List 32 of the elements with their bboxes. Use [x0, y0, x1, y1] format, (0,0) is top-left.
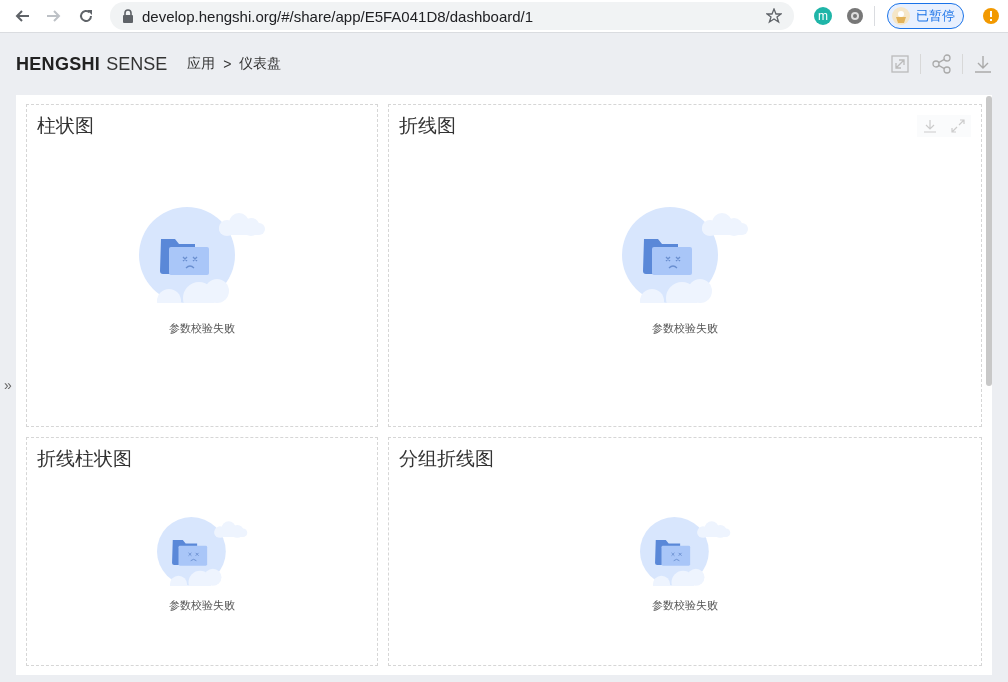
chart-title: 折线图	[399, 114, 456, 138]
breadcrumb-link[interactable]: 仪表盘	[239, 55, 282, 73]
chart-title: 折线柱状图	[37, 447, 132, 471]
fullscreen-icon[interactable]	[891, 55, 909, 73]
back-icon[interactable]	[14, 8, 30, 24]
error-message: 参数校验失败	[652, 321, 718, 336]
download-icon[interactable]	[923, 119, 937, 133]
avatar-icon	[892, 7, 910, 25]
brand-suffix: SENSE	[106, 53, 168, 75]
scrollbar-thumb[interactable]	[986, 96, 992, 386]
brand-name: HENGSHI	[16, 53, 101, 75]
chart-title: 柱状图	[37, 114, 94, 138]
error-message: 参数校验失败	[169, 598, 235, 613]
error-message: 参数校验失败	[652, 598, 718, 613]
address-bar[interactable]: develop.hengshi.org/#/share/app/E5FA041D8/dashboard/1	[110, 2, 794, 30]
lock-icon	[122, 9, 134, 23]
error-message: 参数校验失败	[169, 321, 235, 336]
profile-label: 已暂停	[916, 7, 955, 25]
warning-icon[interactable]	[982, 7, 1000, 25]
download-icon[interactable]	[974, 55, 992, 73]
breadcrumb-link[interactable]: 应用	[187, 55, 216, 73]
forward-icon[interactable]	[46, 8, 62, 24]
star-icon[interactable]	[766, 8, 782, 24]
profile-button[interactable]: 已暂停	[887, 3, 964, 29]
reload-icon[interactable]	[78, 8, 94, 24]
share-icon[interactable]	[932, 54, 951, 74]
url-text: develop.hengshi.org/#/share/app/E5FA041D8/dashboard/1	[142, 7, 535, 25]
sidebar-toggle[interactable]: »	[0, 95, 16, 675]
gear-icon[interactable]	[846, 7, 864, 25]
chart-title: 分组折线图	[399, 447, 494, 471]
breadcrumb-separator: >	[223, 56, 232, 72]
expand-icon[interactable]	[951, 119, 965, 133]
